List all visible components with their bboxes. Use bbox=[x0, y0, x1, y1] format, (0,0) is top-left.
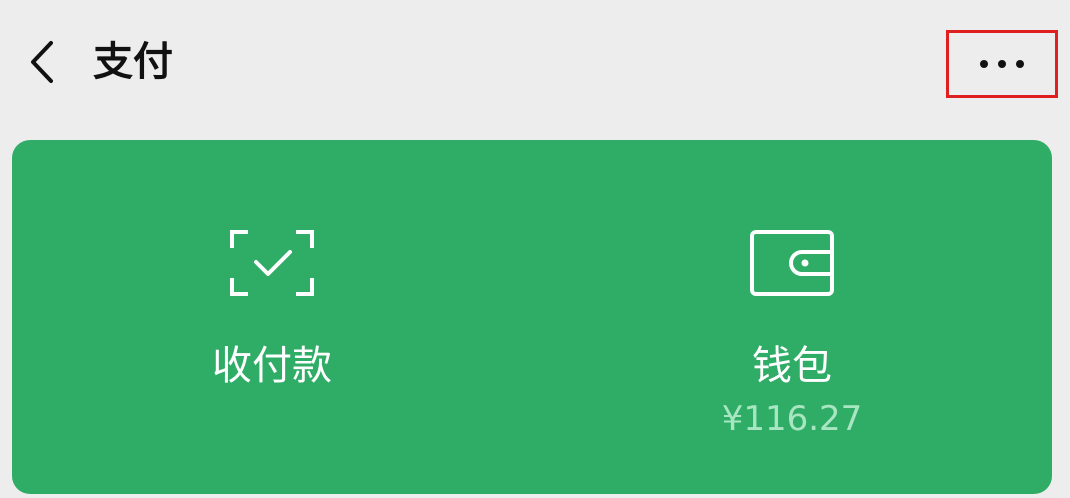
receive-pay-label: 收付款 bbox=[212, 343, 332, 389]
chevron-left-icon bbox=[31, 41, 53, 83]
back-button[interactable] bbox=[18, 36, 66, 88]
wallet-tile[interactable]: 钱包 ¥116.27 bbox=[532, 140, 1052, 494]
wallet-label: 钱包 bbox=[752, 343, 832, 389]
payment-card: 收付款 钱包 ¥116.27 bbox=[12, 140, 1052, 494]
receive-pay-tile[interactable]: 收付款 bbox=[12, 140, 532, 494]
wallet-balance: ¥116.27 bbox=[721, 399, 863, 439]
more-horizontal-icon bbox=[980, 60, 1024, 68]
more-options-button[interactable] bbox=[946, 30, 1058, 98]
top-bar: 支付 bbox=[0, 0, 1070, 124]
scan-check-icon bbox=[230, 230, 314, 296]
page-title: 支付 bbox=[93, 39, 173, 85]
wallet-icon bbox=[750, 230, 834, 296]
